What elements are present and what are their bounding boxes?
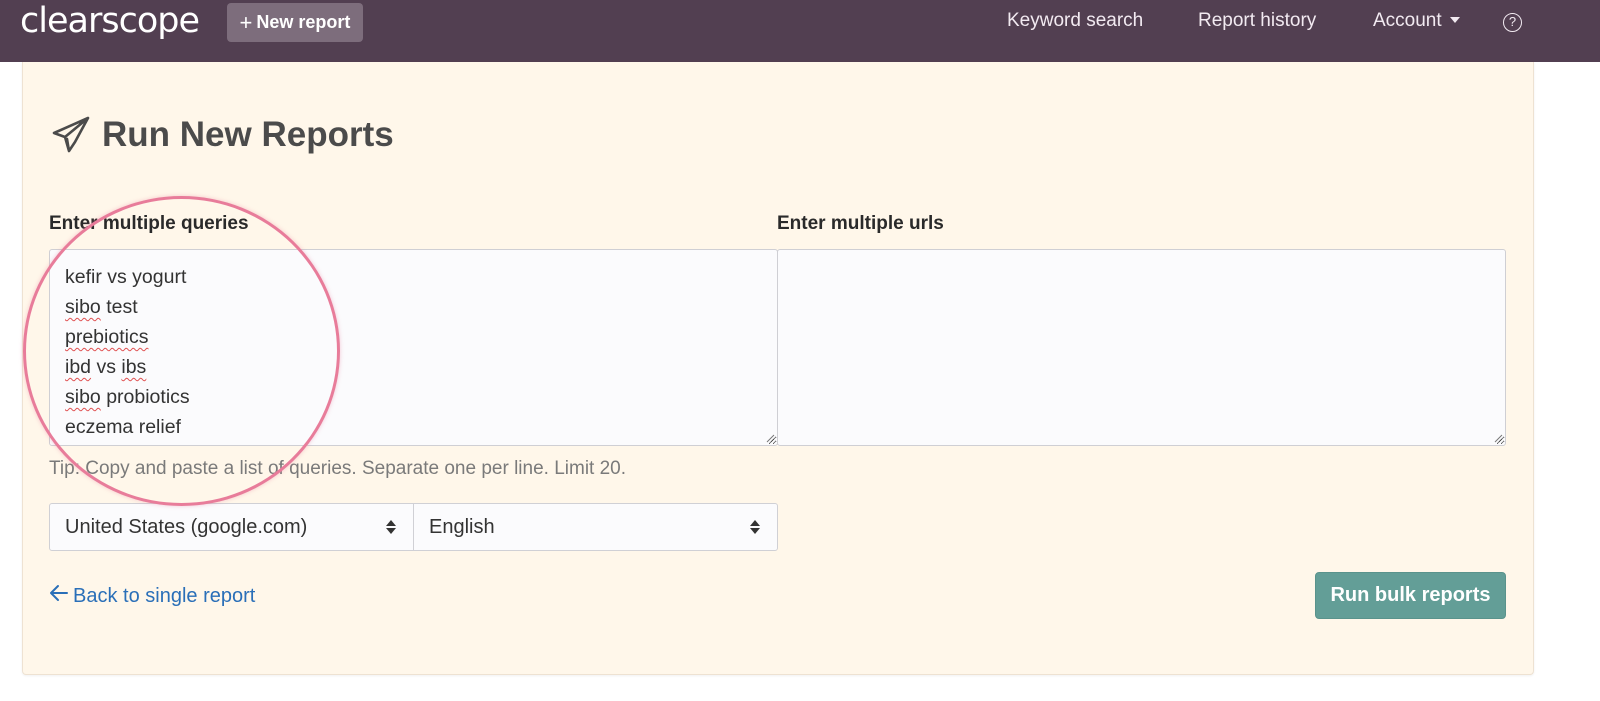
nav-keyword-search[interactable]: Keyword search [1007, 10, 1143, 32]
resize-handle-icon[interactable] [765, 433, 775, 443]
query-line: eczema relief [65, 412, 762, 442]
language-select[interactable]: English [413, 503, 778, 551]
help-icon[interactable]: ? [1503, 13, 1522, 32]
plus-icon: + [239, 9, 253, 35]
urls-label: Enter multiple urls [777, 213, 944, 234]
run-bulk-reports-button[interactable]: Run bulk reports [1315, 572, 1506, 619]
query-word: eczema relief [65, 416, 181, 438]
query-line: ibd vs ibs [65, 352, 762, 382]
query-word-misspelled: sibo [65, 296, 101, 318]
query-line: kefir vs yogurt [65, 262, 762, 292]
country-select[interactable]: United States (google.com) [49, 503, 414, 551]
arrow-left-icon [49, 584, 69, 608]
back-link-label: Back to single report [73, 584, 256, 607]
new-report-label: New report [256, 12, 351, 32]
clearscope-logo[interactable]: clearscope [20, 0, 200, 44]
query-line: sibo probiotics [65, 382, 762, 412]
query-word: vs [91, 356, 122, 378]
query-word: kefir vs yogurt [65, 266, 187, 288]
query-word-misspelled: ibd [65, 356, 92, 378]
paper-plane-icon [50, 115, 92, 155]
query-word-misspelled: prebiotics [65, 326, 149, 348]
query-word: probiotics [100, 386, 190, 408]
tip-text: Tip: Copy and paste a list of queries. S… [49, 458, 627, 479]
country-select-value: United States (google.com) [65, 515, 308, 538]
new-report-button[interactable]: + New report [227, 3, 363, 42]
queries-label: Enter multiple queries [49, 213, 249, 234]
query-line: sibo test [65, 292, 762, 322]
language-select-value: English [429, 515, 495, 538]
query-line: prebiotics [65, 322, 762, 352]
query-word-misspelled: ibs [121, 356, 147, 378]
nav-account-dropdown[interactable]: Account [1373, 10, 1460, 32]
nav-account-label: Account [1373, 10, 1442, 31]
urls-textarea[interactable] [777, 249, 1506, 446]
queries-textarea[interactable]: kefir vs yogurt sibo test prebiotics ibd vs… [49, 249, 778, 446]
select-arrows-icon [386, 520, 396, 534]
back-to-single-report-link[interactable]: Back to single report [49, 584, 255, 608]
select-arrows-icon [750, 520, 760, 534]
page-header: Run New Reports [50, 115, 394, 155]
chevron-down-icon [1449, 17, 1460, 23]
page-title: Run New Reports [102, 115, 394, 154]
resize-handle-icon[interactable] [1493, 433, 1503, 443]
top-navbar: clearscope + New report Keyword search R… [0, 0, 1600, 62]
query-word: test [100, 296, 138, 318]
nav-report-history[interactable]: Report history [1198, 10, 1316, 32]
query-word-misspelled: sibo [65, 386, 101, 408]
